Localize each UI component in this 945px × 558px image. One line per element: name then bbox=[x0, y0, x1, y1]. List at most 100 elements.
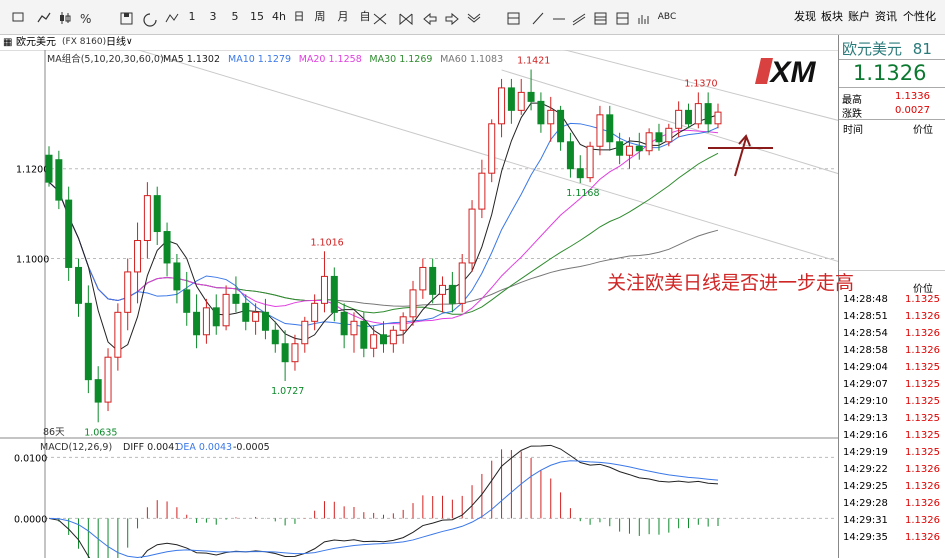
line-chart-icon[interactable] bbox=[37, 12, 51, 23]
candle-body bbox=[84, 302, 92, 381]
tick-price: 1.1325 bbox=[905, 413, 940, 424]
change-label: 涨跌 bbox=[842, 109, 862, 120]
period-month[interactable]: 月 bbox=[336, 9, 350, 25]
period-week[interactable]: 周 bbox=[313, 9, 327, 25]
quote-title-name: 欧元美元 bbox=[842, 40, 903, 58]
candle-body bbox=[330, 275, 338, 313]
tick-time: 14:29:10 bbox=[843, 396, 888, 407]
menu-news[interactable]: 资讯 bbox=[875, 9, 897, 25]
tick-time: 14:29:04 bbox=[843, 362, 888, 373]
candle-body bbox=[65, 199, 73, 268]
tick-price: 1.1326 bbox=[905, 311, 940, 322]
channel-icon[interactable] bbox=[616, 12, 629, 25]
candlestick-icon[interactable] bbox=[60, 12, 71, 24]
chart-area[interactable]: 1.1200 1.1000 1.1421 1.1370 1.1016 1.1168 1.07… bbox=[0, 50, 838, 558]
tick-row: 14:28:54 1.1326 bbox=[839, 326, 945, 343]
save-icon[interactable] bbox=[120, 12, 133, 25]
price-annotation: 1.1016 bbox=[310, 237, 343, 248]
candle-body bbox=[340, 311, 348, 336]
period-5[interactable]: 5 bbox=[228, 9, 242, 25]
period-3[interactable]: 3 bbox=[206, 9, 220, 25]
candle-body bbox=[468, 208, 476, 264]
rect-icon[interactable] bbox=[594, 12, 607, 25]
tick-time: 14:29:07 bbox=[843, 379, 888, 390]
candle-body bbox=[320, 275, 328, 304]
stock-icon[interactable]: % bbox=[80, 12, 91, 26]
period-custom[interactable]: 自 bbox=[358, 9, 372, 25]
zoom-in-icon[interactable] bbox=[373, 13, 387, 25]
tick-time: 14:29:25 bbox=[843, 481, 888, 492]
candle-body bbox=[202, 307, 210, 336]
zoom-out-icon[interactable] bbox=[399, 13, 413, 26]
symbol-name: 欧元美元 bbox=[16, 37, 56, 48]
tick-time: 14:29:16 bbox=[843, 430, 888, 441]
arrow-right-icon[interactable] bbox=[445, 12, 459, 26]
layout-icon[interactable] bbox=[507, 12, 520, 25]
candle-body bbox=[547, 109, 555, 125]
tick-time: 14:28:51 bbox=[843, 311, 888, 322]
tick-time: 14:29:19 bbox=[843, 447, 888, 458]
menu-account[interactable]: 账户 bbox=[848, 9, 870, 25]
candle-body bbox=[419, 266, 427, 291]
tick-time: 14:28:54 bbox=[843, 328, 888, 339]
tick-row: 14:29:04 1.1325 bbox=[839, 360, 945, 377]
tick-price: 1.1325 bbox=[905, 430, 940, 441]
y-tick-label: 1.1200 bbox=[16, 165, 49, 176]
period-15[interactable]: 15 bbox=[248, 9, 266, 25]
candle-body bbox=[527, 91, 535, 102]
change-value: 0.0027 bbox=[895, 105, 930, 116]
arrow-updown-icon[interactable] bbox=[467, 13, 481, 23]
quote-title-code: 81 bbox=[912, 40, 932, 58]
tick-row: 14:29:25 1.1326 bbox=[839, 479, 945, 496]
candle-body bbox=[134, 240, 142, 273]
candle-body bbox=[625, 145, 633, 156]
menu-discover[interactable]: 发现 bbox=[794, 9, 816, 25]
line-icon[interactable] bbox=[532, 12, 544, 25]
candle-body bbox=[458, 262, 466, 304]
period-4h[interactable]: 4h bbox=[270, 9, 288, 25]
period-day[interactable]: 日 bbox=[292, 9, 306, 25]
grid-icon[interactable]: ▦ bbox=[3, 35, 12, 50]
candle-body bbox=[143, 195, 151, 242]
trend-line bbox=[136, 50, 838, 262]
tick-row: 14:29:16 1.1325 bbox=[839, 428, 945, 445]
toolbar: % 1 3 5 15 4h 日 周 月 自 ABC 发现 板块 账户 资讯 个性… bbox=[0, 0, 945, 35]
menu-sectors[interactable]: 板块 bbox=[821, 9, 843, 25]
arrow-left-icon[interactable] bbox=[423, 12, 437, 26]
tick-time: 14:28:48 bbox=[843, 294, 888, 305]
candle-body bbox=[507, 87, 515, 111]
app-icon[interactable] bbox=[12, 12, 24, 22]
chart-note: 关注欧美日线是否进一步走高 bbox=[607, 272, 855, 294]
tick-row: 14:28:48 1.1325 bbox=[839, 292, 945, 309]
candle-body bbox=[655, 132, 663, 143]
tick-price: 1.1325 bbox=[905, 396, 940, 407]
ma-value-0: MA5 1.1302 bbox=[163, 54, 220, 65]
tick-row: 14:28:51 1.1326 bbox=[839, 309, 945, 326]
volume-icon[interactable] bbox=[638, 15, 649, 24]
ma-label: MA组合(5,10,20,30,60,0) bbox=[47, 53, 164, 65]
period-select[interactable]: 日线 bbox=[106, 35, 126, 50]
y-tick-label: 1.1000 bbox=[16, 254, 49, 265]
refresh-icon[interactable] bbox=[143, 13, 157, 27]
price-annotation: 1.1168 bbox=[566, 188, 599, 199]
ma-value-1: MA10 1.1279 bbox=[228, 54, 291, 65]
candle-body bbox=[301, 320, 309, 345]
candle-body bbox=[153, 195, 161, 233]
indicator-icon[interactable] bbox=[165, 13, 179, 23]
candle-body bbox=[694, 103, 702, 125]
tick-price: 1.1325 bbox=[905, 294, 940, 305]
price-annotation: 1.0635 bbox=[84, 427, 117, 438]
candle-body bbox=[429, 266, 437, 295]
abc-tool[interactable]: ABC bbox=[656, 9, 678, 25]
tick-row: 14:29:28 1.1326 bbox=[839, 496, 945, 513]
candle-body bbox=[576, 168, 584, 179]
tick-price: 1.1325 bbox=[905, 379, 940, 390]
parallel-icon[interactable] bbox=[572, 13, 586, 26]
candle-body bbox=[281, 343, 289, 363]
candle-body bbox=[498, 87, 506, 125]
tick-row: 14:29:31 1.1326 bbox=[839, 513, 945, 530]
tick-row: 14:29:19 1.1325 bbox=[839, 445, 945, 462]
menu-personalize[interactable]: 个性化 bbox=[903, 9, 936, 25]
chevron-down-icon[interactable]: ∨ bbox=[126, 35, 133, 50]
period-1[interactable]: 1 bbox=[185, 9, 199, 25]
